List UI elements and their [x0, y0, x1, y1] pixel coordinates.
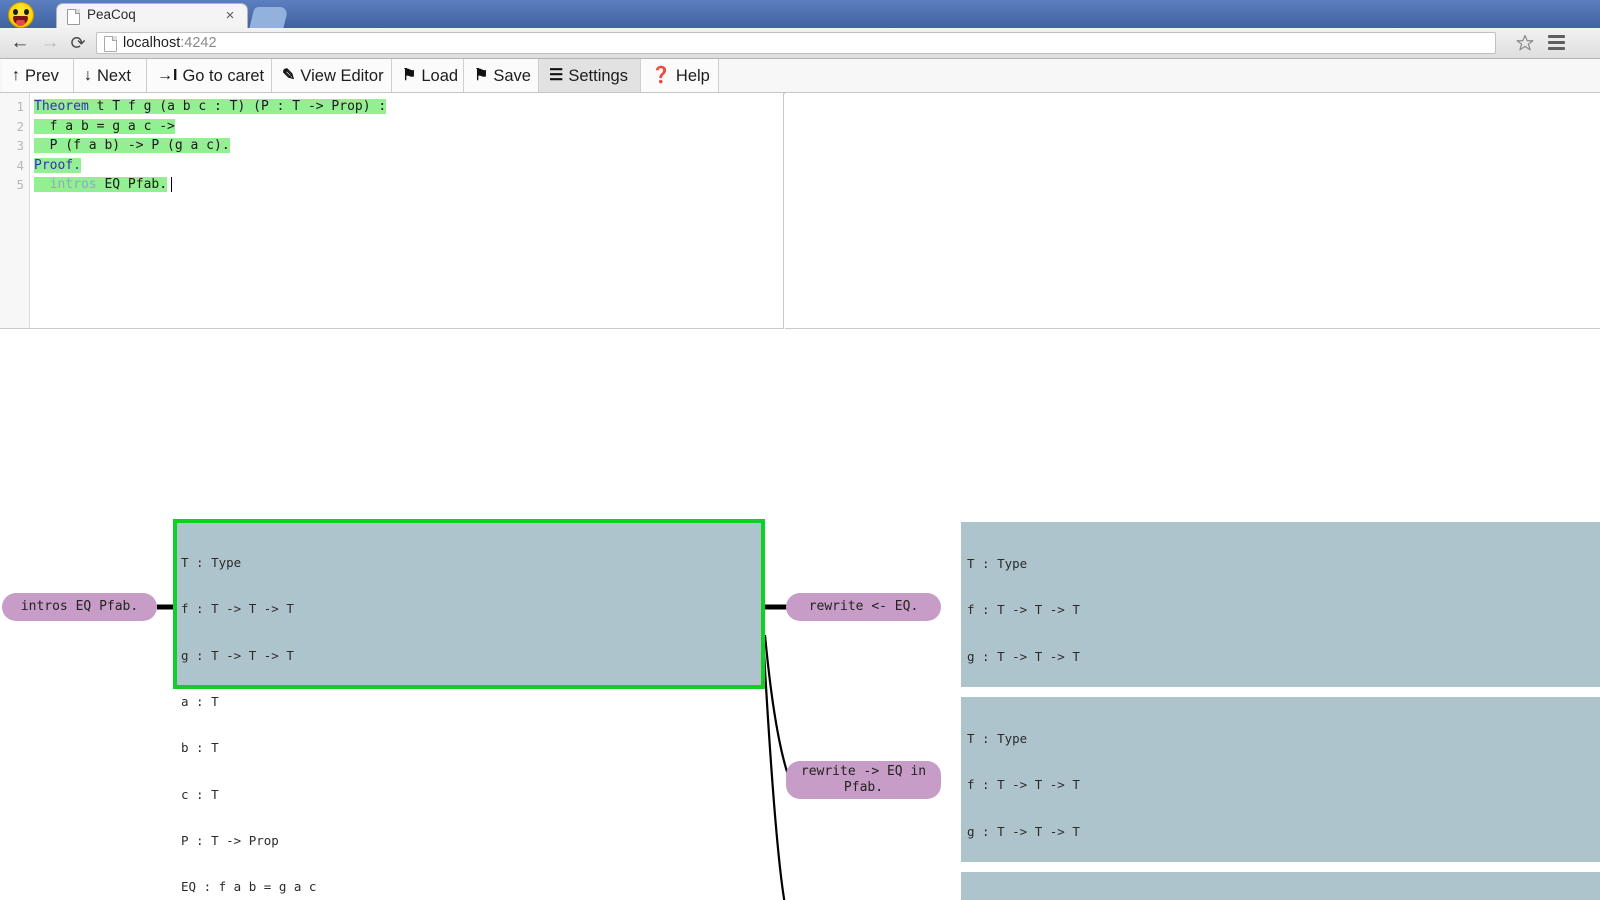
hypothesis: g : T -> T -> T	[181, 647, 294, 663]
next-button[interactable]: ↓ Next	[74, 59, 147, 93]
load-button[interactable]: ⚑ Load	[392, 59, 464, 93]
hypothesis: f : T -> T -> T	[967, 602, 1080, 618]
bookmark-star-icon[interactable]	[1516, 34, 1534, 52]
proof-context-pane	[785, 93, 1600, 329]
code-line-4: Proof.	[34, 157, 81, 173]
edge-current-to-child-3	[761, 634, 786, 900]
hypothesis: T : Type	[967, 730, 1028, 746]
browser-tab-title: PeaCoq	[87, 7, 136, 22]
settings-icon: ☰	[549, 67, 564, 84]
page-favicon-icon	[67, 9, 80, 25]
save-button[interactable]: ⚑ Save	[464, 59, 539, 93]
child-goal-node-2[interactable]: T : Type f : T -> T -> T g : T -> T -> T…	[961, 697, 1600, 885]
view-editor-icon: ✎	[282, 67, 296, 84]
edge-current-to-rewrite-right	[763, 634, 790, 776]
back-icon[interactable]: ←	[8, 32, 32, 54]
awesome-face-logo-icon	[8, 2, 34, 28]
new-tab-button[interactable]	[249, 7, 289, 28]
save-icon: ⚑	[474, 67, 489, 84]
editor-code-area[interactable]: Theorem t T f g (a b c : T) (P : T -> Pr…	[31, 93, 783, 328]
go-to-caret-button[interactable]: →I Go to caret	[147, 59, 272, 93]
text-caret	[171, 177, 172, 193]
load-icon: ⚑	[402, 67, 417, 84]
hypothesis: g : T -> T -> T	[967, 648, 1080, 664]
current-goal-node[interactable]: T : Type f : T -> T -> T g : T -> T -> T…	[173, 519, 765, 894]
hamburger-menu-icon[interactable]	[1548, 35, 1565, 51]
close-icon[interactable]: ×	[222, 8, 238, 24]
hypothesis: f : T -> T -> T	[181, 601, 294, 617]
hypothesis: EQ : f a b = g a c	[181, 879, 317, 895]
view-editor-button-label: View Editor	[300, 67, 384, 85]
page-info-icon[interactable]	[104, 36, 117, 52]
child-goal-node-3[interactable]: T : Type	[961, 872, 1600, 900]
code-line-3: P (f a b) -> P (g a c).	[34, 138, 230, 154]
code-editor-pane[interactable]: 1 2 3 4 5 Theorem t T f g (a b c : T) (P : T…	[0, 93, 784, 329]
prev-button-label: Prev	[25, 67, 59, 85]
tactic-node-rewrite-left[interactable]: rewrite <- EQ.	[786, 593, 941, 621]
go-to-caret-button-label: Go to caret	[182, 67, 265, 85]
next-button-label: Next	[97, 67, 131, 85]
tactic-node-rewrite-right-in-pfab[interactable]: rewrite -> EQ in Pfab.	[786, 761, 941, 799]
browser-tabstrip: PeaCoq ×	[0, 0, 1600, 28]
proof-tree-canvas[interactable]: intros EQ Pfab. T : Type f : T -> T -> T…	[0, 330, 1600, 900]
tactic-node-rewrite-left-label: rewrite <- EQ.	[808, 599, 919, 614]
view-editor-button[interactable]: ✎ View Editor	[272, 59, 392, 93]
address-bar[interactable]: localhost:4242	[96, 32, 1496, 54]
hypothesis: c : T	[181, 786, 219, 802]
line-number-4: 4	[16, 157, 24, 173]
url-host: localhost	[123, 35, 181, 51]
help-button[interactable]: ❓ Help	[641, 59, 719, 93]
next-icon: ↓	[84, 67, 92, 84]
browser-navigation-bar: ← → ⟳ localhost:4242	[0, 28, 1600, 59]
hypothesis: g : T -> T -> T	[967, 823, 1080, 839]
hypothesis: a : T	[181, 693, 219, 709]
load-button-label: Load	[421, 67, 459, 85]
editor-gutter: 1 2 3 4 5	[0, 93, 30, 328]
line-number-5: 5	[16, 177, 24, 193]
hypothesis: T : Type	[181, 554, 242, 570]
settings-button-label: Settings	[568, 67, 628, 85]
tactic-node-rewrite-right-label: rewrite -> EQ in Pfab.	[800, 764, 927, 795]
prev-button[interactable]: ↑ Prev	[2, 59, 74, 93]
tactic-node-intros-label: intros EQ Pfab.	[20, 599, 139, 614]
peacoq-toolbar: ↑ Prev ↓ Next →I Go to caret ✎ View Editor ⚑ Load…	[0, 59, 1600, 94]
line-number-1: 1	[16, 99, 24, 114]
child-goal-node-1[interactable]: T : Type f : T -> T -> T g : T -> T -> T…	[961, 522, 1600, 895]
code-line-1: Theorem t T f g (a b c : T) (P : T -> Pr…	[34, 99, 387, 114]
tactic-node-intros[interactable]: intros EQ Pfab.	[2, 593, 157, 621]
address-bar-text: localhost:4242	[123, 35, 217, 51]
browser-chrome: PeaCoq × ← → ⟳ localhost:4242	[0, 0, 1600, 59]
reload-icon[interactable]: ⟳	[66, 32, 90, 54]
code-line-2: f a b = g a c ->	[34, 118, 175, 134]
line-number-3: 3	[16, 138, 24, 154]
help-button-label: Help	[675, 67, 710, 85]
browser-tab-peacoq[interactable]: PeaCoq ×	[56, 3, 248, 28]
go-to-caret-icon: →I	[157, 67, 178, 84]
prev-icon: ↑	[12, 67, 20, 84]
save-button-label: Save	[493, 67, 531, 85]
help-icon: ❓	[651, 67, 671, 84]
settings-button[interactable]: ☰ Settings	[539, 59, 641, 93]
hypothesis: b : T	[181, 740, 219, 756]
hypothesis: f : T -> T -> T	[967, 777, 1080, 793]
line-number-2: 2	[16, 118, 24, 134]
hypothesis: P : T -> Prop	[181, 832, 279, 848]
url-port: :4242	[180, 35, 217, 51]
hypothesis: T : Type	[967, 555, 1028, 571]
code-line-5: intros EQ Pfab.	[34, 175, 172, 195]
forward-icon[interactable]: →	[38, 32, 62, 54]
